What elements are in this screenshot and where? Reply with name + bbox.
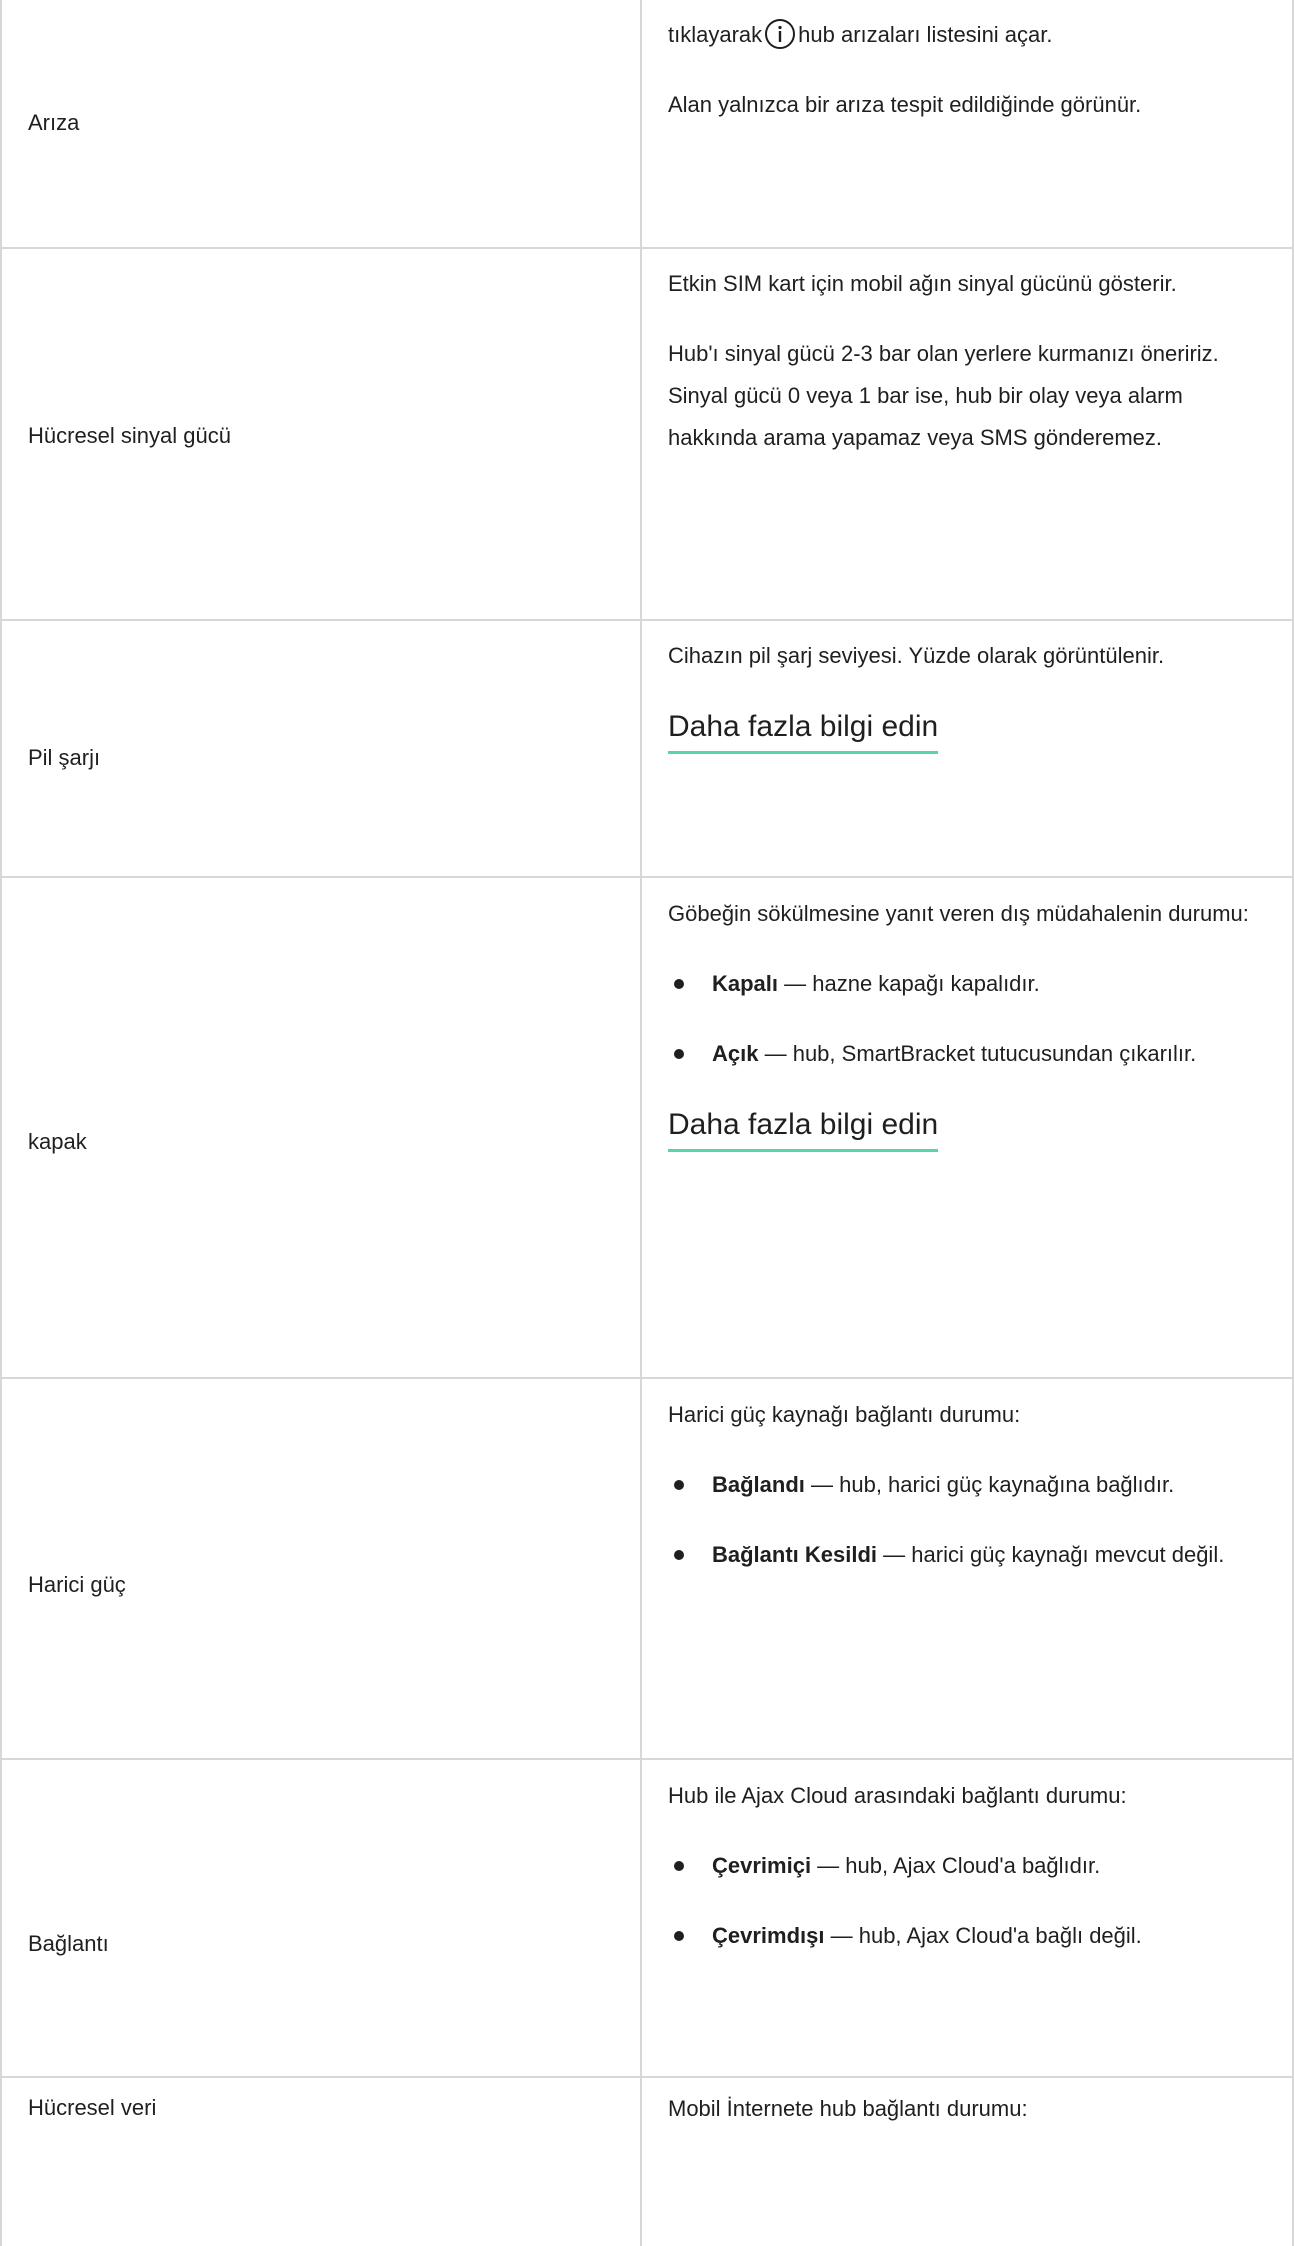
row-divider bbox=[0, 1758, 1294, 1760]
row-divider bbox=[0, 876, 1294, 878]
bullet-dot-icon bbox=[674, 1931, 684, 1941]
row-label-ariza: Arıza bbox=[28, 110, 80, 135]
ariza-description: tıklayarak hub arızaları listesini açar. bbox=[668, 14, 1264, 56]
row-label-hucresel-veri: Hücresel veri bbox=[28, 2095, 157, 2120]
ariza-text-before-icon: tıklayarak bbox=[668, 22, 763, 47]
row-label-harici-guc: Harici güç bbox=[28, 1572, 126, 1597]
baglanti-bullet-list: Çevrimiçi — hub, Ajax Cloud'a bağlıdır. … bbox=[668, 1845, 1264, 1957]
hucresel-veri-p1: Mobil İnternete hub bağlantı durumu: bbox=[668, 2096, 1028, 2121]
bullet-dot-icon bbox=[674, 1550, 684, 1560]
row-content-ariza: tıklayarak hub arızaları listesini açar. … bbox=[668, 14, 1264, 126]
row-label-pil: Pil şarjı bbox=[28, 745, 101, 770]
kapak-p1: Göbeğin sökülmesine yanıt veren dış müda… bbox=[668, 901, 1249, 926]
bullet-dot-icon bbox=[674, 1861, 684, 1871]
row-content-kapak: Göbeğin sökülmesine yanıt veren dış müda… bbox=[668, 893, 1264, 1152]
row-divider bbox=[0, 2076, 1294, 2078]
row-content-harici-guc: Harici güç kaynağı bağlantı durumu: Bağl… bbox=[668, 1394, 1264, 1576]
pil-p1: Cihazın pil şarj seviyesi. Yüzde olarak … bbox=[668, 643, 1165, 668]
bullet-dot-icon bbox=[674, 979, 684, 989]
row-content-pil: Cihazın pil şarj seviyesi. Yüzde olarak … bbox=[668, 635, 1264, 754]
row-content-baglanti: Hub ile Ajax Cloud arasındaki bağlantı d… bbox=[668, 1775, 1264, 1957]
pil-learn-more-link[interactable]: Daha fazla bilgi edin bbox=[668, 705, 939, 754]
info-circle-icon[interactable] bbox=[764, 18, 796, 50]
kapak-bullet-list: Kapalı — hazne kapağı kapalıdır. Açık — … bbox=[668, 963, 1264, 1075]
baglanti-p1: Hub ile Ajax Cloud arasındaki bağlantı d… bbox=[668, 1783, 1127, 1808]
list-item: Bağlandı — hub, harici güç kaynağına bağ… bbox=[668, 1464, 1264, 1506]
row-label-kapak: kapak bbox=[28, 1129, 87, 1154]
bullet-dot-icon bbox=[674, 1049, 684, 1059]
list-item: Çevrimdışı — hub, Ajax Cloud'a bağlı değ… bbox=[668, 1915, 1264, 1957]
list-item: Kapalı — hazne kapağı kapalıdır. bbox=[668, 963, 1264, 1005]
ariza-text-after-icon: hub arızaları listesini açar. bbox=[798, 22, 1053, 47]
sinyal-p2: Hub'ı sinyal gücü 2-3 bar olan yerlere k… bbox=[668, 341, 1219, 450]
row-divider bbox=[0, 247, 1294, 249]
harici-guc-p1: Harici güç kaynağı bağlantı durumu: bbox=[668, 1402, 1021, 1427]
row-divider bbox=[0, 619, 1294, 621]
row-label-sinyal: Hücresel sinyal gücü bbox=[28, 423, 231, 448]
list-item: Çevrimiçi — hub, Ajax Cloud'a bağlıdır. bbox=[668, 1845, 1264, 1887]
table-column-divider bbox=[640, 0, 642, 2246]
row-content-sinyal: Etkin SIM kart için mobil ağın sinyal gü… bbox=[668, 263, 1264, 459]
row-divider bbox=[0, 1377, 1294, 1379]
table-border-left bbox=[0, 0, 2, 2246]
row-content-hucresel-veri: Mobil İnternete hub bağlantı durumu: bbox=[668, 2088, 1264, 2130]
sinyal-p1: Etkin SIM kart için mobil ağın sinyal gü… bbox=[668, 271, 1177, 296]
list-item: Bağlantı Kesildi — harici güç kaynağı me… bbox=[668, 1534, 1264, 1576]
harici-guc-bullet-list: Bağlandı — hub, harici güç kaynağına bağ… bbox=[668, 1464, 1264, 1576]
list-item: Açık — hub, SmartBracket tutucusundan çı… bbox=[668, 1033, 1264, 1075]
kapak-learn-more-link[interactable]: Daha fazla bilgi edin bbox=[668, 1103, 939, 1152]
ariza-note: Alan yalnızca bir arıza tespit edildiğin… bbox=[668, 92, 1142, 117]
bullet-dot-icon bbox=[674, 1480, 684, 1490]
row-label-baglanti: Bağlantı bbox=[28, 1931, 109, 1956]
